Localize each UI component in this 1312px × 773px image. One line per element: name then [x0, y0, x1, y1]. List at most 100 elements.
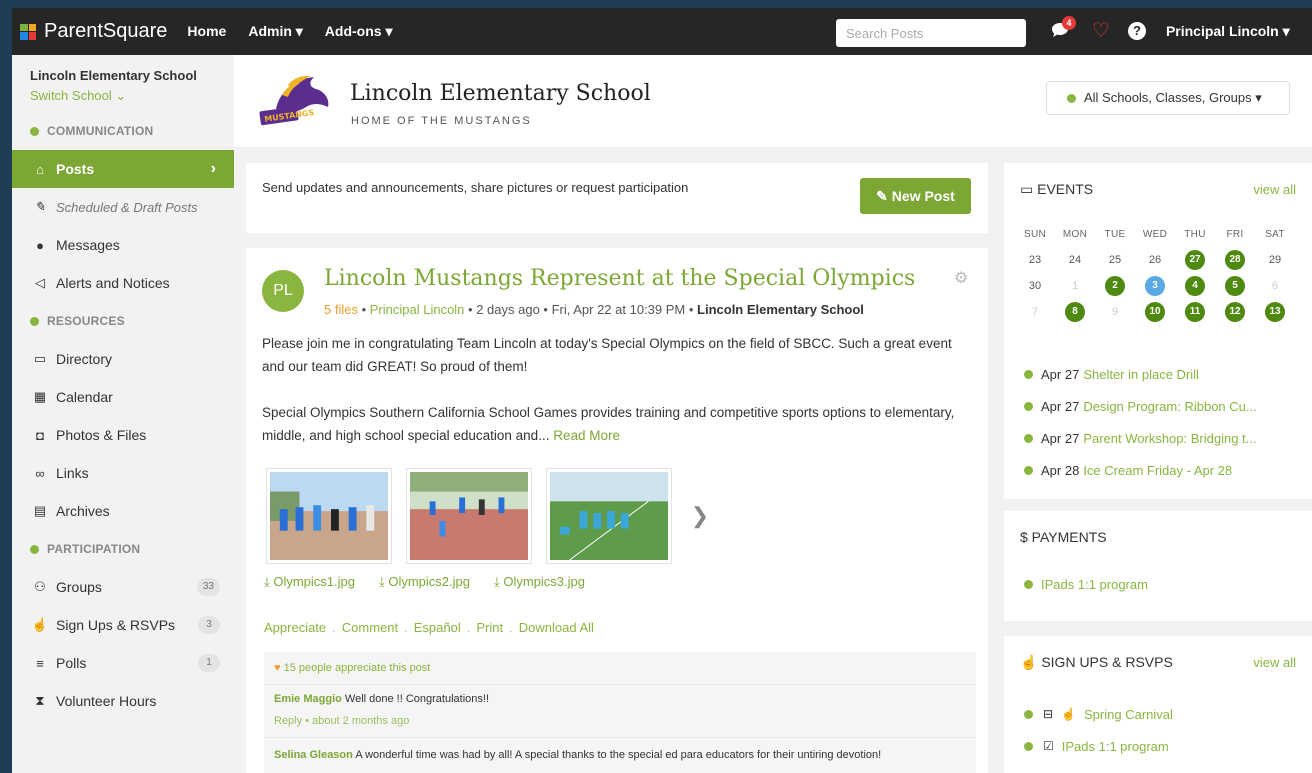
calendar-day-event[interactable]: 2	[1100, 276, 1130, 296]
payment-name[interactable]: IPads 1:1 program	[1041, 577, 1148, 592]
sidebar-item-links[interactable]: ∞ Links	[12, 454, 234, 492]
event-name[interactable]: Ice Cream Friday - Apr 28	[1083, 463, 1232, 478]
post-title[interactable]: Lincoln Mustangs Represent at the Specia…	[324, 266, 915, 291]
appreciate-summary[interactable]: ♥ 15 people appreciate this post	[264, 652, 976, 674]
calendar-day[interactable]: 25	[1100, 254, 1130, 266]
help-icon[interactable]: ?	[1127, 22, 1146, 40]
events-view-all-link[interactable]: view all	[1253, 182, 1296, 197]
sidebar-item-drafts[interactable]: ✎ Scheduled & Draft Posts	[12, 188, 234, 226]
calendar-day-event[interactable]: 10	[1140, 302, 1170, 322]
calendar-day[interactable]: 9	[1100, 306, 1130, 318]
sidebar: Lincoln Elementary School Switch School …	[12, 55, 234, 773]
section-label: PARTICIPATION	[47, 542, 141, 556]
sidebar-school-name: Lincoln Elementary School	[30, 68, 197, 83]
signups-count-badge: 3	[198, 616, 220, 634]
calendar-day-event[interactable]: 27	[1180, 250, 1210, 270]
calendar-day-event[interactable]: 28	[1220, 250, 1250, 270]
event-day-marker: 4	[1185, 276, 1205, 296]
event-item[interactable]: Apr 27 Shelter in place Drill	[1024, 358, 1257, 390]
comment-author[interactable]: Emie Maggio	[274, 693, 342, 705]
sidebar-item-signups[interactable]: ☝ Sign Ups & RSVPs 3	[12, 606, 234, 644]
calendar-day-event[interactable]: 5	[1220, 276, 1250, 296]
chevron-right-icon[interactable]: ❯	[686, 468, 714, 564]
appreciate-link[interactable]: Appreciate	[264, 620, 326, 635]
calendar-day[interactable]: 29	[1260, 254, 1290, 266]
download-all-link[interactable]: Download All	[519, 620, 594, 635]
event-name[interactable]: Shelter in place Drill	[1083, 367, 1199, 382]
payment-item[interactable]: IPads 1:1 program	[1024, 577, 1148, 592]
post-actions: Appreciate. Comment. Español. Print. Dow…	[264, 620, 600, 635]
nav-addons-menu[interactable]: Add-ons ▾	[325, 23, 393, 40]
event-day-marker: 2	[1105, 276, 1125, 296]
user-menu[interactable]: Principal Lincoln ▾	[1166, 23, 1290, 40]
sidebar-item-archives[interactable]: ▤ Archives	[12, 492, 234, 530]
search-posts-input[interactable]	[836, 19, 1026, 47]
photo-thumbnail[interactable]	[406, 468, 532, 564]
sidebar-item-groups[interactable]: ⚇ Groups 33	[12, 568, 234, 606]
calendar-day-event[interactable]: 13	[1260, 302, 1290, 322]
brand[interactable]: ParentSquare	[20, 20, 167, 43]
sidebar-item-volunteer[interactable]: ⧗ Volunteer Hours	[12, 682, 234, 720]
calendar-day[interactable]: 6	[1260, 280, 1290, 292]
nav-home[interactable]: Home	[187, 23, 226, 40]
sidebar-item-messages[interactable]: ● Messages	[12, 226, 234, 264]
sidebar-item-polls[interactable]: ≡ Polls 1	[12, 644, 234, 682]
attachment-link[interactable]: ⤓ Olympics2.jpg	[379, 574, 470, 590]
translate-link[interactable]: Español	[414, 620, 461, 635]
print-link[interactable]: Print	[476, 620, 503, 635]
read-more-link[interactable]: Read More	[553, 428, 620, 443]
calendar-day-event[interactable]: 4	[1180, 276, 1210, 296]
signup-item[interactable]: ☑ IPads 1:1 program	[1024, 730, 1173, 762]
sidebar-item-calendar[interactable]: ▦ Calendar	[12, 378, 234, 416]
groups-count-badge: 33	[196, 578, 220, 596]
calendar-day-today[interactable]: 3	[1140, 276, 1170, 296]
files-count-link[interactable]: 5 files	[324, 302, 358, 317]
avatar[interactable]: PL	[262, 270, 304, 312]
calendar-day[interactable]: 1	[1060, 280, 1090, 292]
event-name[interactable]: Parent Workshop: Bridging t...	[1083, 431, 1256, 446]
weekday-label: SAT	[1265, 228, 1285, 240]
signup-name[interactable]: Spring Carnival	[1084, 707, 1173, 722]
calendar-day[interactable]: 26	[1140, 254, 1170, 266]
calendar-day[interactable]: 24	[1060, 254, 1090, 266]
new-post-button[interactable]: ✎ New Post	[860, 178, 971, 214]
comment-meta[interactable]: Reply • about 2 months ago	[274, 715, 976, 727]
event-item[interactable]: Apr 28 Ice Cream Friday - Apr 28	[1024, 454, 1257, 486]
signup-name[interactable]: IPads 1:1 program	[1062, 739, 1169, 754]
sidebar-item-posts[interactable]: ⌂ Posts ›	[12, 150, 234, 188]
basket-icon: ⊟	[1043, 707, 1054, 721]
nav-admin-menu[interactable]: Admin ▾	[248, 23, 302, 40]
author-link[interactable]: Principal Lincoln	[370, 302, 465, 317]
sidebar-item-alerts[interactable]: ◁ Alerts and Notices	[12, 264, 234, 302]
event-name[interactable]: Design Program: Ribbon Cu...	[1083, 399, 1256, 414]
section-resources: RESOURCES	[12, 302, 234, 340]
sidebar-item-directory[interactable]: ▭ Directory	[12, 340, 234, 378]
comment-author[interactable]: Selina Gleason	[274, 749, 353, 761]
calendar-day[interactable]: 7	[1020, 306, 1050, 318]
calendar-day[interactable]: 30	[1020, 280, 1050, 292]
signups-view-all-link[interactable]: view all	[1253, 655, 1296, 670]
sidebar-item-label: Volunteer Hours	[56, 693, 157, 709]
switch-school-link[interactable]: Switch School ⌄	[12, 83, 234, 104]
school-header: MUSTANGS Lincoln Elementary School HOME …	[234, 55, 1312, 147]
gear-icon[interactable]: ⚙	[954, 268, 968, 288]
calendar-day[interactable]: 23	[1020, 254, 1050, 266]
event-item[interactable]: Apr 27 Design Program: Ribbon Cu...	[1024, 390, 1257, 422]
calendar-day-event[interactable]: 11	[1180, 302, 1210, 322]
notifications-bell[interactable]: 4	[1050, 16, 1076, 42]
sidebar-item-label: Polls	[56, 655, 87, 671]
event-item[interactable]: Apr 27 Parent Workshop: Bridging t...	[1024, 422, 1257, 454]
comment-link[interactable]: Comment	[342, 620, 398, 635]
attachment-link[interactable]: ⤓ Olympics1.jpg	[264, 574, 355, 590]
calendar-day-event[interactable]: 12	[1220, 302, 1250, 322]
signup-item[interactable]: ⊟ ☝ Spring Carnival	[1024, 698, 1173, 730]
photo-thumbnail[interactable]	[266, 468, 392, 564]
event-day-marker: 13	[1265, 302, 1285, 322]
sidebar-item-photos[interactable]: ◘ Photos & Files	[12, 416, 234, 454]
heart-icon[interactable]: ♡	[1092, 21, 1110, 41]
photo-thumbnail[interactable]	[546, 468, 672, 564]
notification-badge: 4	[1062, 16, 1076, 30]
scope-dropdown[interactable]: All Schools, Classes, Groups ▾	[1046, 81, 1290, 115]
calendar-day-event[interactable]: 8	[1060, 302, 1090, 322]
attachment-link[interactable]: ⤓ Olympics3.jpg	[494, 574, 585, 590]
